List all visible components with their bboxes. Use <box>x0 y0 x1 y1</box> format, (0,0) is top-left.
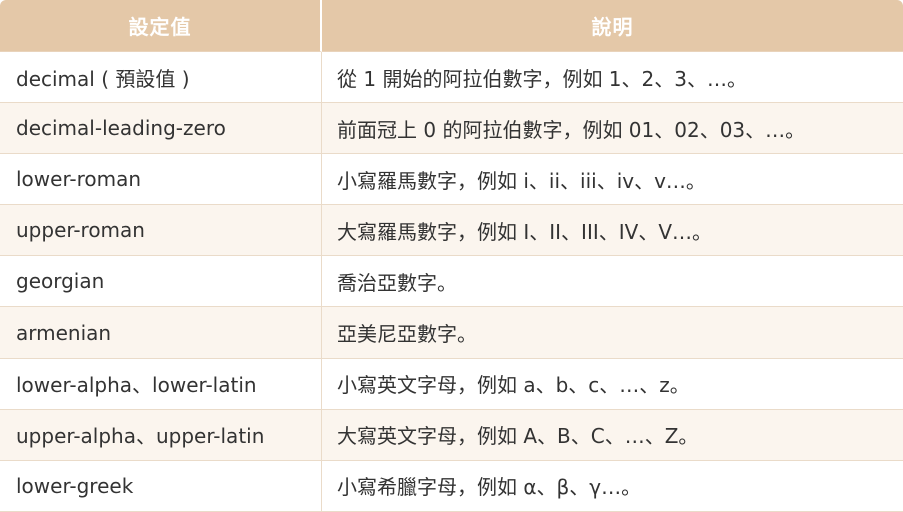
table-row-value: decimal ( 預設值 ) <box>0 52 322 104</box>
table-row-description: 喬治亞數字。 <box>322 256 903 308</box>
table-row-value: armenian <box>0 307 322 359</box>
table-row-value: decimal-leading-zero <box>0 103 322 155</box>
table-row-description: 大寫英文字母，例如 A、B、C、…、Z。 <box>322 409 903 461</box>
table-row-value: upper-alpha、upper-latin <box>0 409 322 461</box>
table-row-description: 前面冠上 0 的阿拉伯數字，例如 01、02、03、…。 <box>322 103 903 155</box>
table-row-description: 亞美尼亞數字。 <box>322 307 903 359</box>
table-row-value: lower-alpha、lower-latin <box>0 358 322 410</box>
table-row-description: 小寫羅馬數字，例如 i、ii、iii、iv、v…。 <box>322 154 903 206</box>
table-row-description: 從 1 開始的阿拉伯數字，例如 1、2、3、…。 <box>322 52 903 104</box>
table-row-value: upper-roman <box>0 205 322 257</box>
table-row-value: georgian <box>0 256 322 308</box>
table-row-description: 小寫希臘字母，例如 α、β、γ…。 <box>322 460 903 512</box>
table-row-description: 小寫英文字母，例如 a、b、c、…、z。 <box>322 358 903 410</box>
table-row-description: 大寫羅馬數字，例如 I、II、III、IV、V…。 <box>322 205 903 257</box>
header-setting-value: 設定值 <box>0 0 322 52</box>
table-row-value: lower-greek <box>0 460 322 512</box>
list-style-type-table: 設定值 說明 decimal ( 預設值 ) 從 1 開始的阿拉伯數字，例如 1… <box>0 0 903 512</box>
header-description: 說明 <box>322 0 903 52</box>
table-row-value: lower-roman <box>0 154 322 206</box>
